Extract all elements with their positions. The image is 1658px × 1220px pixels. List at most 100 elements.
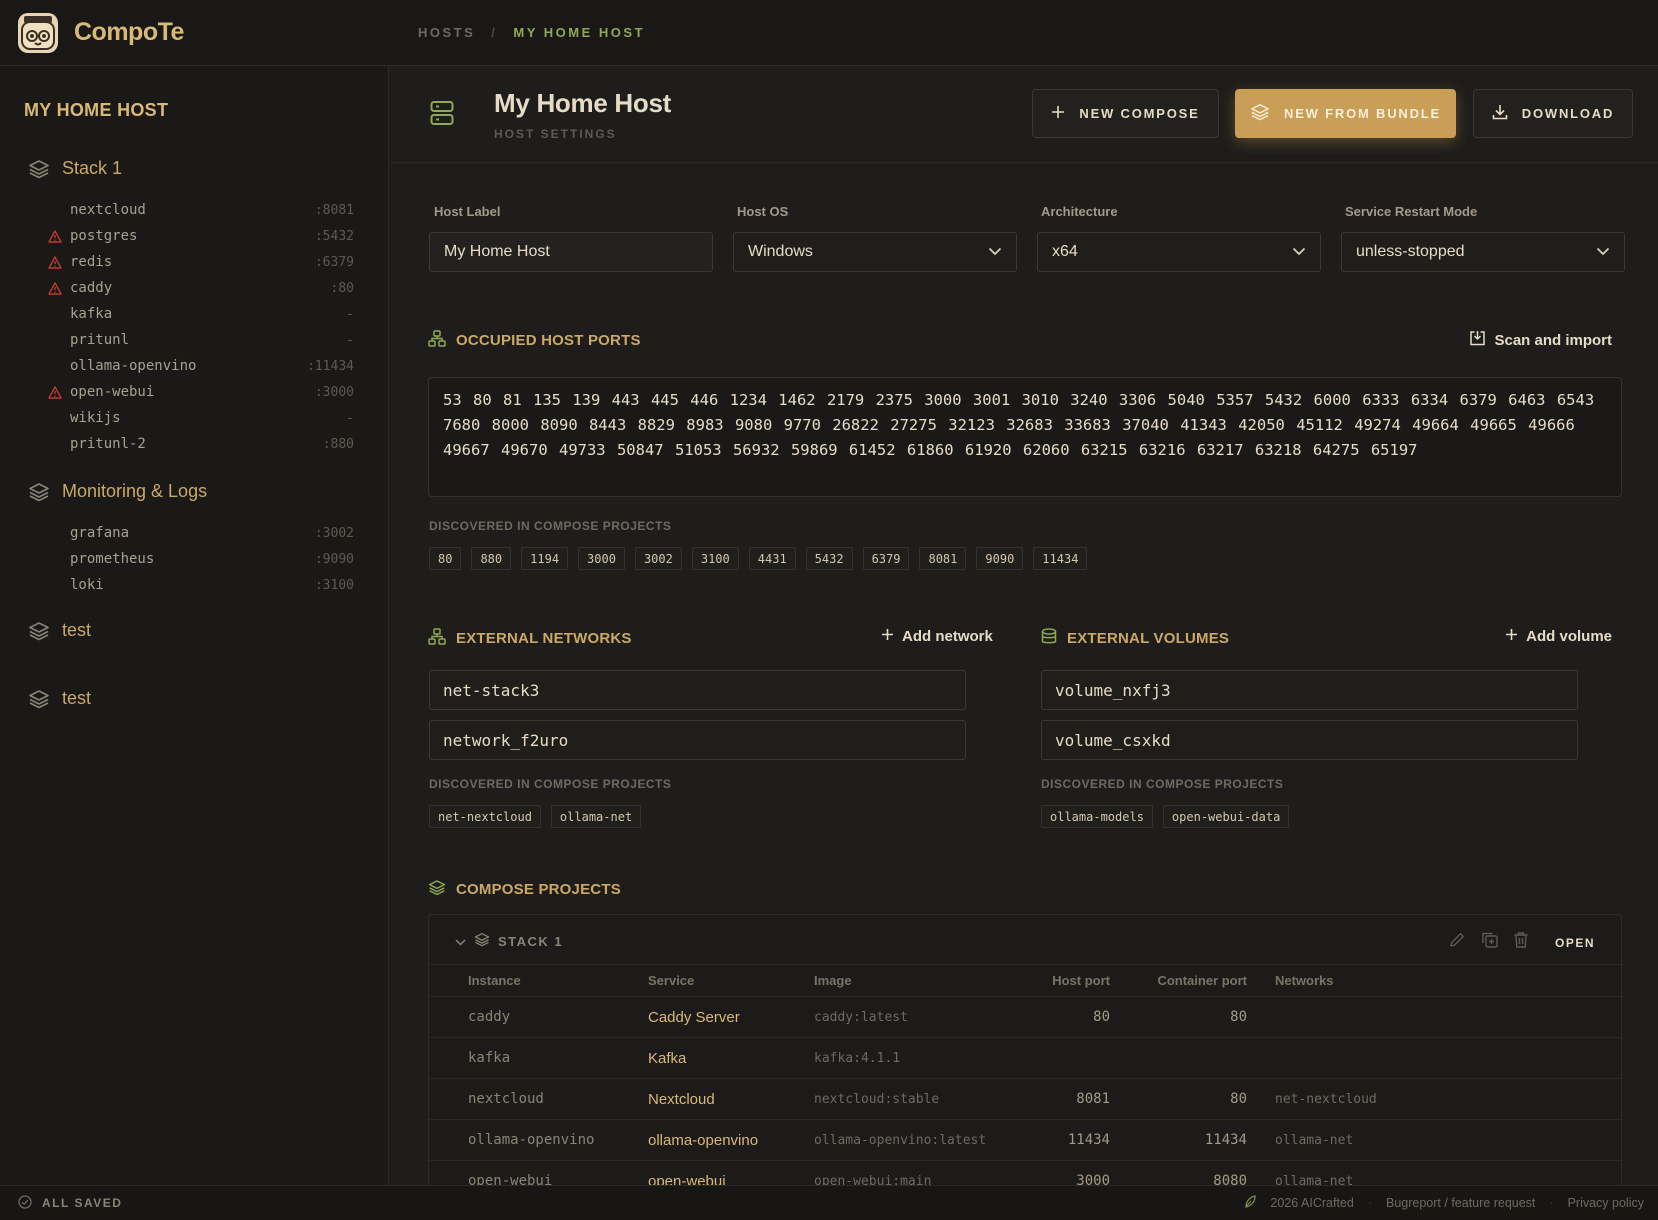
port-chip[interactable]: 880 [471,547,512,570]
occupied-ports-textarea[interactable]: 53 80 81 135 139 443 445 446 1234 1462 2… [428,377,1622,497]
breadcrumb-hosts[interactable]: HOSTS [418,25,475,40]
port-chip[interactable]: 9090 [976,547,1024,570]
architecture-select[interactable]: x64 [1037,232,1321,272]
sidebar-service-pritunl-2[interactable]: pritunl-2:880 [48,432,354,456]
sidebar-service-caddy[interactable]: caddy:80 [48,276,354,300]
port-chip[interactable]: 80 [429,547,462,570]
privacy-policy-link[interactable]: Privacy policy [1568,1196,1644,1210]
column-header-container-port[interactable]: Container port [1157,965,1247,996]
sidebar-service-loki[interactable]: loki:3100 [48,573,354,597]
compose-project-name: STACK 1 [498,933,564,949]
server-icon [430,100,454,131]
app-logo[interactable]: CompoTe [0,12,418,53]
duplicate-icon[interactable] [1480,931,1499,954]
port-chip[interactable]: 6379 [862,547,910,570]
column-header-host-port[interactable]: Host port [1052,965,1110,996]
sidebar-group-test-2[interactable]: test [28,688,91,709]
cell-networks: ollama-net [1275,1132,1354,1148]
column-header-service[interactable]: Service [648,965,694,996]
port-chip[interactable]: 11434 [1033,547,1088,570]
network-input[interactable]: network_f2uro [429,720,966,760]
sidebar-group-test[interactable]: test [28,620,91,641]
port-chip[interactable]: 1194 [521,547,569,570]
sidebar-group-label: test [62,688,92,708]
sidebar-service-redis[interactable]: redis:6379 [48,250,354,274]
sidebar-service-postgres[interactable]: postgres:5432 [48,224,354,248]
table-header: Instance Service Image Host port Contain… [429,965,1621,997]
networks-discovered-label: DISCOVERED IN COMPOSE PROJECTS [429,777,672,791]
cell-service: open-webui [648,1172,726,1186]
cell-service: Nextcloud [648,1090,715,1108]
sidebar-service-open-webui[interactable]: open-webui:3000 [48,380,354,404]
column-header-instance[interactable]: Instance [468,965,521,996]
table-row[interactable]: nextcloud Nextcloud nextcloud:stable 808… [429,1079,1621,1120]
trash-icon[interactable] [1513,931,1529,954]
scan-and-import-button[interactable]: Scan and import [1469,330,1612,350]
external-networks-title: EXTERNAL NETWORKS [456,630,632,647]
table-row[interactable]: caddy Caddy Server caddy:latest 80 80 [429,997,1621,1038]
restart-mode-select[interactable]: unless-stopped [1341,232,1625,272]
port-chip[interactable]: 3002 [634,547,682,570]
bugreport-link[interactable]: Bugreport / feature request [1386,1196,1535,1210]
page-subtitle: HOST SETTINGS [494,127,617,141]
column-header-image[interactable]: Image [814,965,852,996]
sidebar-group-stack-1[interactable]: Stack 1 [28,158,122,179]
sidebar-group-label: test [62,620,92,640]
occupied-ports-heading: OCCUPIED HOST PORTS [428,330,641,351]
new-compose-button[interactable]: NEW COMPOSE [1032,89,1219,138]
cell-instance: nextcloud [468,1091,544,1107]
host-os-value: Windows [748,243,813,260]
port-chip[interactable]: 4431 [748,547,796,570]
table-row[interactable]: open-webui open-webui open-webui:main 30… [429,1161,1621,1186]
open-project-button[interactable]: OPEN [1555,936,1595,950]
compose-project-tools: OPEN [1448,931,1595,954]
table-row[interactable]: kafka Kafka kafka:4.1.1 [429,1038,1621,1079]
port-chip[interactable]: 8081 [919,547,967,570]
sidebar-service-grafana[interactable]: grafana:3002 [48,521,354,545]
column-header-networks[interactable]: Networks [1275,965,1334,996]
chevron-down-icon [988,243,1002,261]
volume-chip[interactable]: ollama-models [1041,805,1153,828]
cell-image: caddy:latest [814,1009,908,1025]
new-from-bundle-button[interactable]: NEW FROM BUNDLE [1235,89,1456,138]
network-chip[interactable]: ollama-net [550,805,642,828]
compose-project-toggle[interactable]: STACK 1 [455,932,563,950]
warning-icon [48,385,70,399]
network-chip[interactable]: net-nextcloud [429,805,541,828]
import-icon [1469,330,1486,350]
add-network-button[interactable]: Add network [881,628,993,645]
sidebar-service-kafka[interactable]: kafka - [48,302,354,326]
layers-icon [28,159,50,179]
add-volume-button[interactable]: Add volume [1505,628,1612,645]
network-input[interactable]: net-stack3 [429,670,966,710]
network-value: network_f2uro [443,730,569,750]
save-status-label: ALL SAVED [42,1196,123,1210]
table-row[interactable]: ollama-openvino ollama-openvino ollama-o… [429,1120,1621,1161]
service-name: loki [70,577,104,593]
sidebar-service-ollama-openvino[interactable]: ollama-openvino:11434 [48,354,354,378]
main-panel: My Home Host HOST SETTINGS NEW COMPOSE N… [390,66,1658,1185]
service-name: kafka [70,306,113,322]
cell-networks: net-nextcloud [1275,1091,1377,1107]
layers-icon [28,689,50,709]
host-os-select[interactable]: Windows [733,232,1017,272]
compose-projects-title: COMPOSE PROJECTS [456,881,621,898]
download-button[interactable]: DOWNLOAD [1473,89,1633,138]
page-title: My Home Host [494,88,671,118]
port-chip[interactable]: 3100 [691,547,739,570]
port-chip[interactable]: 3000 [578,547,625,570]
sidebar-service-wikijs[interactable]: wikijs - [48,406,354,430]
sidebar-service-nextcloud[interactable]: nextcloud:8081 [48,198,354,222]
sidebar-service-pritunl[interactable]: pritunl - [48,328,354,352]
edit-icon[interactable] [1448,931,1466,954]
volume-input[interactable]: volume_csxkd [1041,720,1578,760]
host-label-input[interactable]: My Home Host [429,232,713,272]
sidebar-service-prometheus[interactable]: prometheus:9090 [48,547,354,571]
sidebar-group-monitoring-logs[interactable]: Monitoring & Logs [28,481,207,502]
database-icon [1041,628,1057,649]
volume-input[interactable]: volume_nxfj3 [1041,670,1578,710]
volume-chip[interactable]: open-webui-data [1162,805,1290,828]
sidebar-group-label: Stack 1 [62,158,123,178]
port-chip[interactable]: 5432 [805,547,853,570]
cell-image: open-webui:main [814,1173,932,1186]
